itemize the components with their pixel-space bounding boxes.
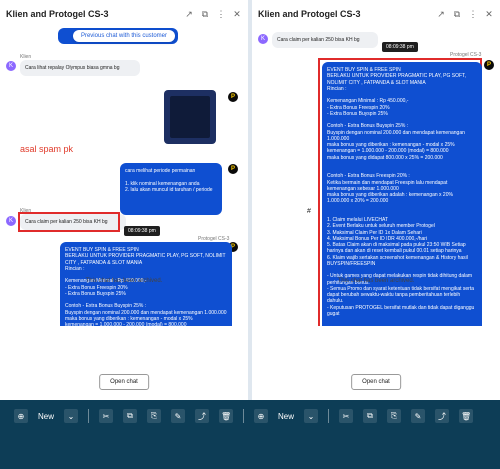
- open-chat-button[interactable]: Open chat: [351, 374, 401, 390]
- client-avatar: K: [6, 216, 16, 226]
- left-titlebar: Klien and Protogel CS-3 ↗ ⧉ ⋮ ✕: [0, 0, 248, 29]
- taskbar-separator: [328, 409, 330, 423]
- more-icon[interactable]: ⋮: [216, 9, 226, 20]
- hash-mark: #: [307, 208, 311, 215]
- cut-icon[interactable]: ✂: [339, 409, 354, 423]
- client-avatar: K: [6, 61, 16, 71]
- cut-icon[interactable]: ✂: [99, 409, 114, 423]
- paste-icon[interactable]: ⎘: [387, 409, 402, 423]
- screenshot-thumbnail[interactable]: [164, 90, 216, 144]
- left-chat-area: Previous chat with this customer Klien K…: [0, 28, 248, 326]
- delete-icon[interactable]: 🗑: [459, 409, 474, 423]
- taskbar-separator: [88, 409, 90, 423]
- share-icon[interactable]: ↗: [436, 9, 446, 20]
- left-window-title: Klien and Protogel CS-3: [6, 9, 109, 19]
- share-icon[interactable]: ⤴: [435, 409, 450, 423]
- desktop-bottom-area: ⊕ New ⌄ ✂ ⧉ ⎘ ✎ ⤴ 🗑 ⊕ New ⌄ ✂ ⧉ ⎘ ✎ ⤴ 🗑: [0, 400, 500, 469]
- copy-icon[interactable]: ⧉: [200, 9, 210, 20]
- bot-reply-message: cara melihat periode permainan 1. klik n…: [120, 163, 222, 215]
- copy-icon[interactable]: ⧉: [363, 409, 378, 423]
- right-title-icons: ↗ ⧉ ⋮ ✕: [436, 9, 494, 20]
- previous-chat-pill[interactable]: Previous chat with this customer: [72, 30, 176, 42]
- event-message: EVENT BUY SPIN & FREE SPIN BERLAKU UNTUK…: [60, 242, 232, 326]
- previous-chat-link[interactable]: Previous chat with this customer: [0, 30, 248, 42]
- right-titlebar: Klien and Protogel CS-3 ↗ ⧉ ⋮ ✕: [252, 0, 500, 29]
- rename-icon[interactable]: ✎: [411, 409, 426, 423]
- watermark-text: asal spam pk: [20, 144, 74, 154]
- right-chat-area: K Cara claim per kalian 250 bisa KH bg 0…: [252, 28, 500, 326]
- left-chat-window: Klien and Protogel CS-3 ↗ ⧉ ⋮ ✕ Previous…: [0, 0, 248, 400]
- delete-icon[interactable]: 🗑: [219, 409, 234, 423]
- archived-note: This chat has been archived.: [337, 278, 415, 284]
- dropdown-icon[interactable]: ⌄: [64, 409, 79, 423]
- left-title-icons: ↗ ⧉ ⋮ ✕: [184, 9, 242, 20]
- new-icon[interactable]: ⊕: [14, 409, 28, 423]
- copy-icon[interactable]: ⧉: [452, 9, 462, 20]
- taskbar-row: ⊕ New ⌄ ✂ ⧉ ⎘ ✎ ⤴ 🗑 ⊕ New ⌄ ✂ ⧉ ⎘ ✎ ⤴ 🗑: [0, 406, 500, 426]
- timestamp-tooltip: 08:09:38 pm: [382, 42, 418, 52]
- bot-avatar: P: [228, 164, 238, 174]
- share-icon[interactable]: ⤴: [195, 409, 210, 423]
- right-chat-window: Klien and Protogel CS-3 ↗ ⧉ ⋮ ✕ K Cara c…: [252, 0, 500, 400]
- new-label-left[interactable]: New: [38, 412, 54, 421]
- timestamp-tooltip: 08:09:38 pm: [124, 226, 160, 236]
- right-window-title: Klien and Protogel CS-3: [258, 9, 361, 19]
- taskbar-separator: [243, 409, 245, 423]
- client-avatar: K: [258, 34, 268, 44]
- share-icon[interactable]: ↗: [184, 9, 194, 20]
- client-message: Cara claim per kalian 250 bisa KH bg: [272, 32, 378, 49]
- bot-avatar: P: [484, 60, 494, 70]
- open-chat-button[interactable]: Open chat: [99, 374, 149, 390]
- archived-note: This chat has been archived.: [85, 278, 163, 284]
- highlight-box: [18, 212, 120, 232]
- new-icon[interactable]: ⊕: [254, 409, 269, 423]
- bot-avatar: P: [228, 92, 238, 102]
- new-label-right[interactable]: New: [278, 412, 294, 421]
- rename-icon[interactable]: ✎: [171, 409, 186, 423]
- close-icon[interactable]: ✕: [484, 9, 494, 20]
- paste-icon[interactable]: ⎘: [147, 409, 162, 423]
- copy-icon[interactable]: ⧉: [123, 409, 138, 423]
- event-message: EVENT BUY SPIN & FREE SPIN BERLAKU UNTUK…: [322, 62, 482, 326]
- close-icon[interactable]: ✕: [232, 9, 242, 20]
- dropdown-icon[interactable]: ⌄: [304, 409, 319, 423]
- more-icon[interactable]: ⋮: [468, 9, 478, 20]
- client-message: Cara lihat repalay Olympus biasa gmna bg: [20, 60, 140, 77]
